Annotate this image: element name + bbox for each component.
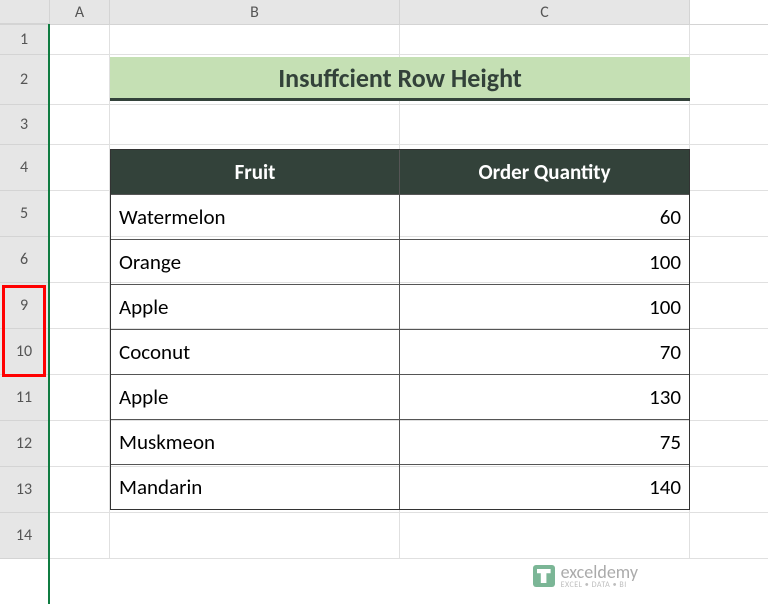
watermark: exceldemy EXCEL • DATA • BI: [533, 563, 638, 589]
row-header-3[interactable]: 3: [0, 105, 50, 145]
table-row: Apple 130: [111, 374, 689, 419]
data-table: Fruit Order Quantity Watermelon 60 Orang…: [110, 149, 690, 510]
row-headers-column: 1 2 3 4 5 6 9 10 11 12 13 14: [0, 25, 50, 559]
cell-fruit[interactable]: Muskmeon: [111, 420, 400, 464]
exceldemy-logo-icon: [533, 565, 555, 587]
row-header-13[interactable]: 13: [0, 467, 50, 513]
table-header-row: Fruit Order Quantity: [111, 150, 689, 194]
cell-quantity[interactable]: 100: [400, 240, 689, 284]
cell-fruit[interactable]: Coconut: [111, 330, 400, 374]
cell-quantity[interactable]: 140: [400, 465, 689, 509]
cell-fruit[interactable]: Apple: [111, 285, 400, 329]
column-header-c[interactable]: C: [400, 0, 690, 24]
row-header-10[interactable]: 10: [0, 329, 50, 375]
cell-quantity[interactable]: 60: [400, 195, 689, 239]
cell-quantity[interactable]: 75: [400, 420, 689, 464]
title-banner[interactable]: Insuffcient Row Height: [110, 57, 690, 101]
cell-fruit[interactable]: Apple: [111, 375, 400, 419]
watermark-text: exceldemy EXCEL • DATA • BI: [561, 563, 638, 589]
cell-quantity[interactable]: 70: [400, 330, 689, 374]
select-all-corner[interactable]: [0, 0, 50, 24]
table-row: Watermelon 60: [111, 194, 689, 239]
row-header-12[interactable]: 12: [0, 421, 50, 467]
table-row: Orange 100: [111, 239, 689, 284]
row-header-1[interactable]: 1: [0, 25, 50, 55]
row-header-14[interactable]: 14: [0, 513, 50, 559]
cell-fruit[interactable]: Mandarin: [111, 465, 400, 509]
header-quantity[interactable]: Order Quantity: [400, 150, 689, 194]
row-header-4[interactable]: 4: [0, 145, 50, 191]
row-header-6[interactable]: 6: [0, 237, 50, 283]
cell-quantity[interactable]: 100: [400, 285, 689, 329]
table-row: Coconut 70: [111, 329, 689, 374]
table-row: Muskmeon 75: [111, 419, 689, 464]
column-header-a[interactable]: A: [50, 0, 110, 24]
row-header-9[interactable]: 9: [0, 283, 50, 329]
content-area: Insuffcient Row Height Fruit Order Quant…: [50, 25, 768, 559]
selection-edge: [48, 24, 50, 604]
header-fruit[interactable]: Fruit: [111, 150, 400, 194]
row-header-11[interactable]: 11: [0, 375, 50, 421]
body-area: 1 2 3 4 5 6 9 10 11 12 13 14: [0, 25, 768, 559]
cell-fruit[interactable]: Orange: [111, 240, 400, 284]
spreadsheet-container: A B C 1 2 3 4 5 6 9 10 11 12 13 14: [0, 0, 768, 559]
cell-fruit[interactable]: Watermelon: [111, 195, 400, 239]
column-headers-row: A B C: [0, 0, 768, 25]
watermark-tagline: EXCEL • DATA • BI: [561, 581, 638, 589]
table-row: Apple 100: [111, 284, 689, 329]
cell-quantity[interactable]: 130: [400, 375, 689, 419]
watermark-brand: exceldemy: [561, 563, 638, 581]
row-header-5[interactable]: 5: [0, 191, 50, 237]
column-header-b[interactable]: B: [110, 0, 400, 24]
row-header-2[interactable]: 2: [0, 55, 50, 105]
title-text: Insuffcient Row Height: [278, 62, 522, 94]
table-row: Mandarin 140: [111, 464, 689, 509]
